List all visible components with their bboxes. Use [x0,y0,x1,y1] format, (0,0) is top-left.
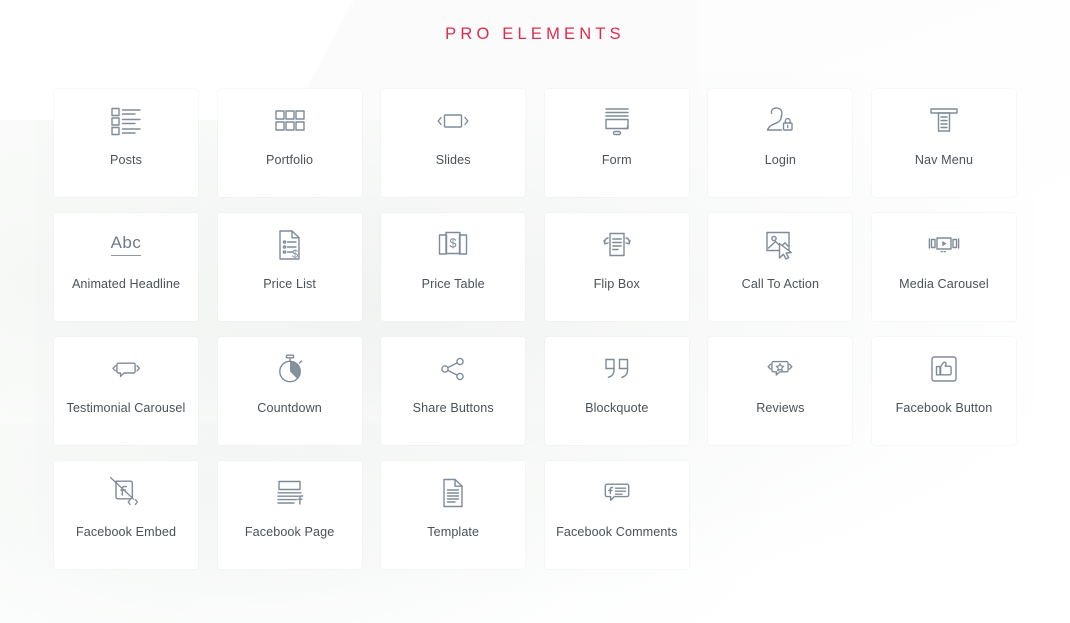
element-card-label: Slides [435,153,471,167]
user-lock-icon [764,89,796,153]
element-card-slides[interactable]: Slides [381,89,526,197]
element-card-price-table[interactable]: $ Price Table [381,213,526,321]
page-title: PRO ELEMENTS [445,25,625,43]
element-card-facebook-page[interactable]: Facebook Page [217,461,362,569]
element-card-share-buttons[interactable]: Share Buttons [381,337,526,445]
abc-underline-icon: Abc [110,213,142,277]
element-card-label: Blockquote [585,401,649,415]
element-card-label: Share Buttons [412,401,494,415]
quote-marks-icon [601,337,633,401]
element-card-label: Price List [263,277,316,291]
element-card-form[interactable]: Form [544,89,689,197]
grid-squares-icon [274,89,305,153]
element-card-label: Nav Menu [914,153,974,167]
form-fields-icon [601,89,633,153]
star-bubble-carousel-icon [763,337,797,401]
element-card-price-list[interactable]: $ Price List [217,213,362,321]
element-card-facebook-comments[interactable]: Facebook Comments [544,461,689,569]
element-card-animated-headline[interactable]: Abc Animated Headline [54,213,198,321]
flip-box-icon [600,213,634,277]
element-card-label: Countdown [257,401,322,415]
facebook-comment-bubble-icon [601,461,633,525]
svg-text:$: $ [450,237,457,251]
element-card-media-carousel[interactable]: Media Carousel [871,213,1016,321]
element-card-label: Price Table [421,277,485,291]
posts-list-icon [109,89,143,153]
element-card-label: Facebook Page [244,525,335,539]
svg-text:$: $ [292,249,298,261]
share-nodes-icon [437,337,469,401]
element-card-label: Portfolio [266,153,314,167]
price-list-document-icon: $ [275,213,305,277]
speech-bubble-carousel-icon [109,337,143,401]
element-card-label: Facebook Button [895,401,993,415]
thumbs-up-square-icon [929,337,959,401]
element-card-label: Media Carousel [899,277,989,291]
facebook-code-icon [110,461,142,525]
element-card-testimonial-carousel[interactable]: Testimonial Carousel [54,337,198,445]
element-card-call-to-action[interactable]: Call To Action [708,213,853,321]
element-card-label: Reviews [756,401,805,415]
element-card-label: Login [764,153,797,167]
facebook-page-icon [273,461,307,525]
element-card-label: Form [601,153,632,167]
element-card-template[interactable]: Template [381,461,526,569]
price-table-cards-icon: $ [436,213,470,277]
element-card-facebook-button[interactable]: Facebook Button [871,337,1016,445]
media-play-carousel-icon [927,213,961,277]
element-card-label: Flip Box [593,277,640,291]
element-card-label: Facebook Comments [556,525,678,539]
element-card-nav-menu[interactable]: Nav Menu [871,89,1016,197]
element-card-label: Call To Action [741,277,820,291]
element-card-label: Animated Headline [71,277,181,291]
element-card-label: Facebook Embed [75,525,177,539]
elements-grid: Posts Portfolio Slides Form Login Nav Me… [54,89,1016,569]
element-card-flip-box[interactable]: Flip Box [544,213,689,321]
element-card-label: Posts [110,153,142,167]
element-card-label: Testimonial Carousel [66,401,186,415]
nav-menu-icon [928,89,960,153]
element-card-reviews[interactable]: Reviews [708,337,853,445]
pro-elements-page: PRO ELEMENTS Posts Portfolio Slides Form… [0,0,1070,623]
document-lines-icon [439,461,467,525]
element-card-portfolio[interactable]: Portfolio [217,89,362,197]
element-card-login[interactable]: Login [708,89,853,197]
image-cursor-icon [763,213,797,277]
stopwatch-icon [275,337,305,401]
element-card-posts[interactable]: Posts [54,89,198,197]
element-card-blockquote[interactable]: Blockquote [544,337,689,445]
slides-carousel-icon [436,89,470,153]
element-card-countdown[interactable]: Countdown [217,337,362,445]
abc-glyph-text: Abc [110,234,142,256]
element-card-label: Template [427,525,480,539]
element-card-facebook-embed[interactable]: Facebook Embed [54,461,198,569]
